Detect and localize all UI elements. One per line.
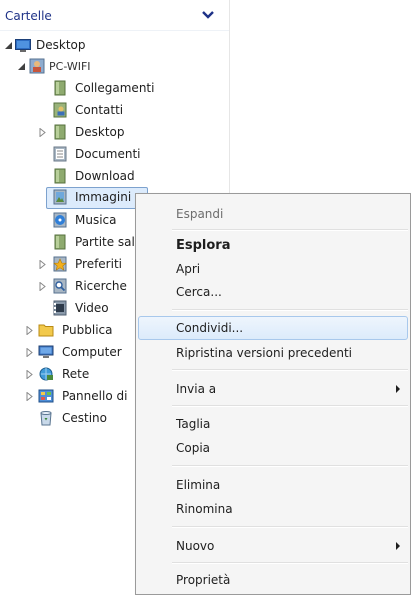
collapsed-arrow-icon[interactable] [39,128,47,137]
computer-icon [38,345,54,358]
music-folder-icon [53,212,67,228]
tree-item-desktop-sub[interactable]: Desktop [0,122,229,144]
folder-icon [54,168,66,184]
tree-item-label: Computer [62,345,122,359]
tree-item-label: Collegamenti [75,81,155,95]
tree-item-label: Partite sal [75,235,135,249]
tree-item-desktop[interactable]: Desktop [0,35,229,57]
folder-icon [54,80,66,96]
menu-item-label: Proprietà [176,573,231,587]
menu-separator [172,526,408,528]
menu-separator [172,229,408,231]
tree-item-label: Immagini [75,190,132,204]
pictures-folder-icon [53,189,67,205]
tree-item-label: Contatti [75,103,124,117]
expanded-arrow-icon[interactable] [18,62,26,71]
collapsed-arrow-icon[interactable] [39,282,47,291]
tree-item-label: Pannello di [62,389,128,403]
user-folder-icon [29,58,45,74]
tree-item-label: Desktop [36,38,86,52]
favorites-folder-icon [53,256,67,272]
menu-item-label: Copia [176,441,211,455]
tree-item-label: Ricerche [75,279,127,293]
tree-item-label: Desktop [75,125,125,139]
menu-item-label: Condividi... [176,321,244,335]
menu-item-label: Nuovo [176,539,215,553]
menu-item-label: Rinomina [176,502,233,516]
expanded-arrow-icon[interactable] [5,41,13,50]
tree-item-immagini[interactable]: Immagini [46,187,149,209]
menu-separator [172,465,408,467]
desktop-icon [15,39,31,52]
network-icon [39,367,53,381]
searches-folder-icon [53,278,67,294]
panel-title: Cartelle [5,9,52,23]
menu-item-apri[interactable]: Apri [138,257,408,281]
menu-item-esplora[interactable]: Esplora [138,234,408,258]
panel-header[interactable]: Cartelle [0,0,229,31]
folder-icon [54,124,66,140]
menu-separator [172,405,408,407]
tree-item-label: Download [75,169,135,183]
collapsed-arrow-icon[interactable] [26,370,34,379]
menu-item-label: Cerca... [176,285,222,299]
tree-item-download[interactable]: Download [0,166,229,188]
menu-item-nuovo[interactable]: Nuovo [138,534,408,558]
menu-item-copia[interactable]: Copia [138,436,408,460]
tree-item-label: PC-WIFI [49,60,91,73]
menu-item-invia-a[interactable]: Invia a [138,377,408,401]
contacts-folder-icon [53,102,67,118]
menu-item-label: Taglia [176,417,211,431]
menu-item-cerca[interactable]: Cerca... [138,280,408,304]
menu-separator [172,309,408,311]
submenu-arrow-icon [396,542,400,550]
tree-item-label: Pubblica [62,323,113,337]
chevron-down-icon[interactable] [200,9,216,21]
menu-item-label: Apri [176,262,201,276]
menu-item-elimina[interactable]: Elimina [138,473,408,497]
menu-separator [172,369,408,371]
menu-item-proprieta[interactable]: Proprietà [138,568,408,592]
collapsed-arrow-icon[interactable] [39,260,47,269]
menu-item-taglia[interactable]: Taglia [138,412,408,436]
tree-item-label: Cestino [62,411,107,425]
menu-item-condividi[interactable]: Condividi... [138,316,408,340]
recycle-bin-icon [40,411,52,426]
tree-item-label: Musica [75,213,117,227]
menu-item-espandi[interactable]: Espandi [138,202,408,226]
tree-item-collegamenti[interactable]: Collegamenti [0,78,229,100]
menu-item-label: Invia a [176,382,217,396]
collapsed-arrow-icon[interactable] [26,326,34,335]
collapsed-arrow-icon[interactable] [26,348,34,357]
menu-item-label: Elimina [176,478,221,492]
collapsed-arrow-icon[interactable] [26,392,34,401]
menu-item-label: Esplora [176,238,231,253]
submenu-arrow-icon [396,385,400,393]
control-panel-icon [38,389,54,403]
menu-item-label: Ripristina versioni precedenti [176,346,353,360]
tree-item-label: Video [75,301,109,315]
folder-icon [54,234,66,250]
menu-item-label: Espandi [176,207,224,221]
video-folder-icon [53,300,67,316]
tree-item-label: Documenti [75,147,141,161]
tree-item-label: Rete [62,367,90,381]
tree-item-contatti[interactable]: Contatti [0,100,229,122]
folder-icon [38,324,54,337]
menu-item-rinomina[interactable]: Rinomina [138,497,408,521]
tree-item-documenti[interactable]: Documenti [0,144,229,166]
menu-item-ripristina-versioni[interactable]: Ripristina versioni precedenti [138,341,408,365]
menu-separator [172,562,408,564]
tree-item-pc-wifi[interactable]: PC-WIFI [0,56,229,78]
tree-item-label: Preferiti [75,257,122,271]
documents-folder-icon [53,146,67,162]
context-menu: Espandi Esplora Apri Cerca... Condividi.… [135,193,411,595]
